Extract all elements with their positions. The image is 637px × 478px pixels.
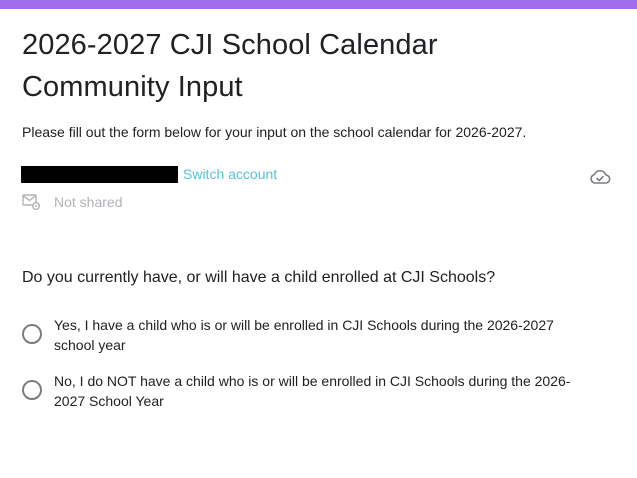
- radio-option-label[interactable]: No, I do NOT have a child who is or will…: [54, 371, 594, 411]
- switch-account-link[interactable]: Switch account: [183, 166, 277, 182]
- form-accent-bar: [0, 0, 637, 9]
- account-row: Switch account: [21, 165, 277, 183]
- cloud-check-icon: [590, 169, 611, 184]
- mail-settings-icon: [22, 194, 40, 210]
- question-title: Do you currently have, or will have a ch…: [22, 269, 496, 286]
- form-title: 2026-2027 CJI School Calendar Community …: [22, 29, 438, 103]
- radio-option-no[interactable]: No, I do NOT have a child who is or will…: [22, 371, 602, 411]
- radio-button-yes[interactable]: [22, 324, 42, 344]
- radio-option-yes[interactable]: Yes, I have a child who is or will be en…: [22, 315, 602, 355]
- radio-option-label[interactable]: Yes, I have a child who is or will be en…: [54, 315, 594, 355]
- radio-button-no[interactable]: [22, 380, 42, 400]
- form-description: Please fill out the form below for your …: [22, 124, 527, 140]
- not-shared-label: Not shared: [54, 194, 123, 210]
- redacted-email: [21, 165, 178, 183]
- not-shared-row: Not shared: [22, 193, 122, 211]
